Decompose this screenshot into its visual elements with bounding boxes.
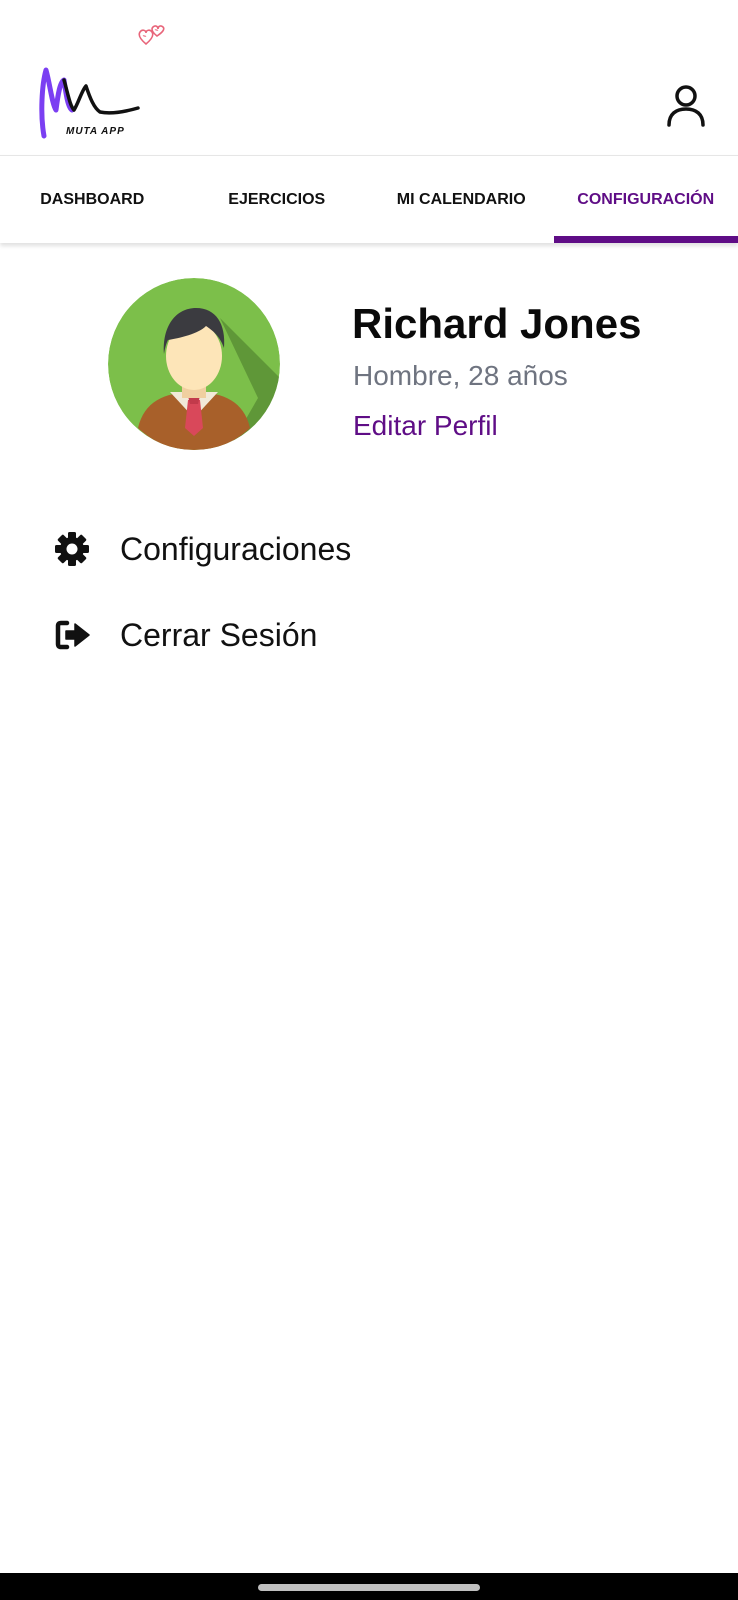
system-navigation-bar: [0, 1573, 738, 1600]
gear-icon: [54, 529, 106, 569]
menu-item-label: Configuraciones: [120, 530, 352, 567]
menu-item-cerrar-sesion[interactable]: Cerrar Sesión: [46, 605, 666, 665]
tab-label: MI CALENDARIO: [396, 190, 526, 208]
tab-label: EJERCICIOS: [228, 190, 326, 208]
edit-profile-link[interactable]: Editar Perfil: [353, 410, 498, 442]
home-indicator[interactable]: [258, 1584, 480, 1591]
tab-label: CONFIGURACIÓN: [577, 190, 715, 208]
user-account-icon: [667, 85, 705, 127]
settings-screen: MUTA APP DASHBOARD EJERCICIOS MI CALENDA…: [0, 0, 738, 1600]
tab-label: DASHBOARD: [40, 190, 145, 208]
tab-configuracion[interactable]: CONFIGURACIÓN: [553, 156, 738, 243]
logo-text: MUTA APP: [66, 126, 125, 137]
tab-mi-calendario[interactable]: MI CALENDARIO: [369, 156, 554, 243]
app-header: MUTA APP: [0, 0, 738, 155]
profile-gender-age: Hombre, 28 años: [353, 360, 568, 391]
profile-name: Richard Jones: [352, 300, 642, 347]
hearts-icon: [138, 22, 168, 48]
tab-bar: DASHBOARD EJERCICIOS MI CALENDARIO CONFI…: [0, 155, 738, 243]
male-avatar-icon: [108, 278, 280, 450]
tab-ejercicios[interactable]: EJERCICIOS: [185, 156, 370, 243]
muta-app-logo: MUTA APP: [38, 64, 146, 144]
sign-out-icon: [54, 615, 106, 655]
active-tab-indicator: [553, 236, 738, 243]
tab-dashboard[interactable]: DASHBOARD: [0, 156, 185, 243]
user-account-button[interactable]: [664, 84, 708, 128]
menu-item-configuraciones[interactable]: Configuraciones: [46, 519, 666, 579]
menu-item-label: Cerrar Sesión: [120, 616, 318, 653]
